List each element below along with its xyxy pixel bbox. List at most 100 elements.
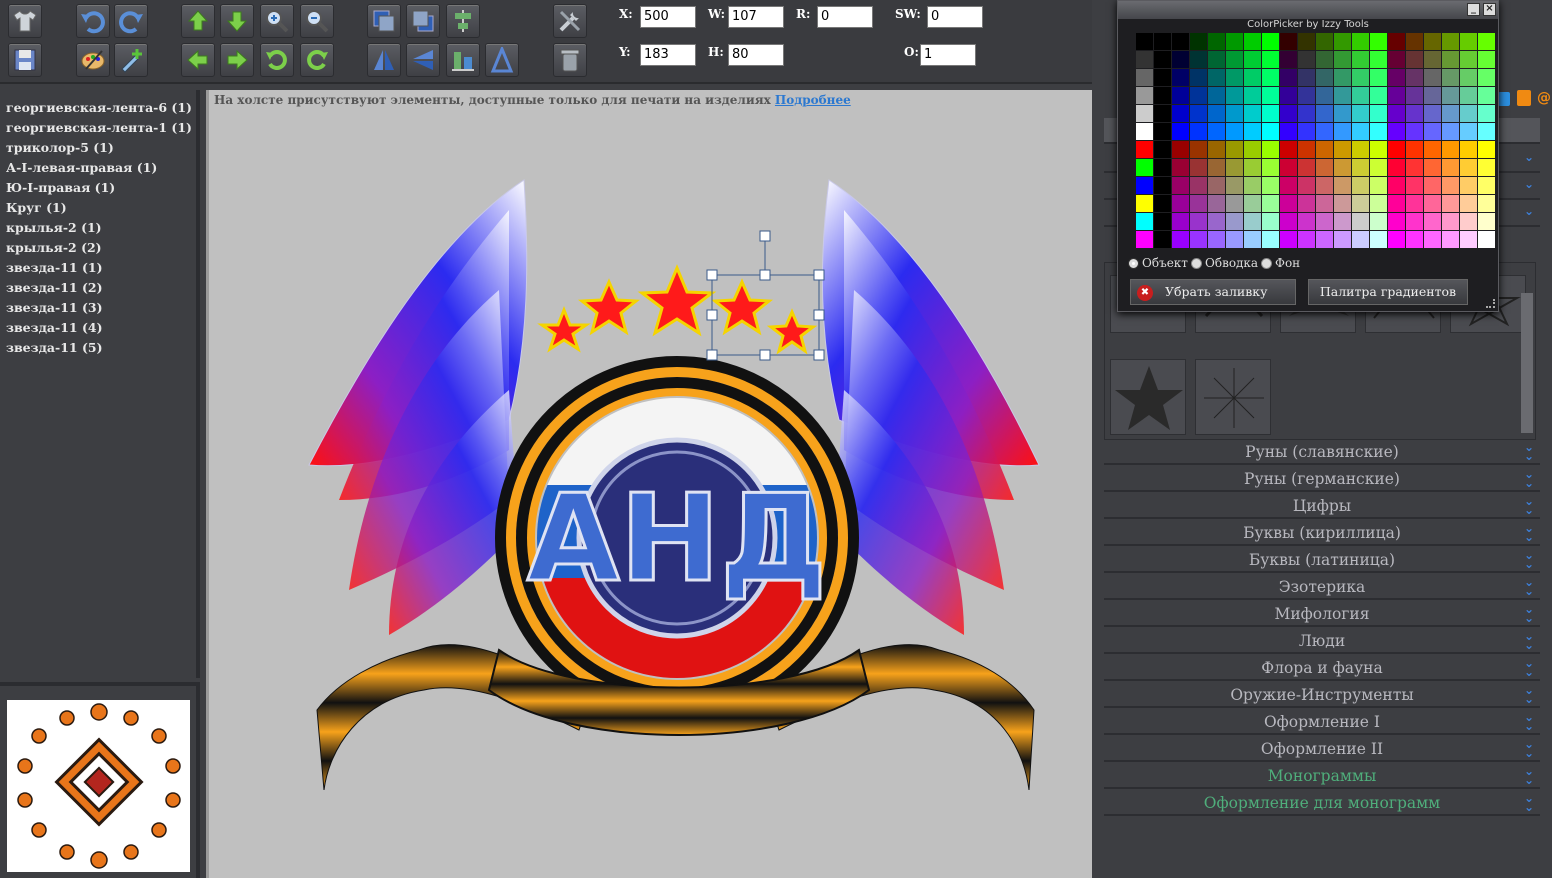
remove-fill-button[interactable]: ✖ Убрать заливку — [1130, 279, 1296, 305]
resize-grip-icon[interactable] — [1486, 299, 1495, 308]
y-input[interactable]: 183 — [640, 44, 696, 66]
stars-group[interactable] — [537, 264, 818, 355]
move-up-icon[interactable] — [181, 4, 215, 38]
category-monogram-decoration[interactable]: Оформление для монограмм ⌄ ⌄ — [1104, 791, 1540, 816]
category-decoration-2[interactable]: Оформление II ⌄ ⌄ — [1104, 737, 1540, 762]
rotate-right-icon[interactable] — [300, 43, 334, 77]
undo-icon[interactable] — [76, 4, 110, 38]
mail-icon[interactable]: @ — [1537, 90, 1551, 106]
zoom-in-icon[interactable] — [260, 4, 294, 38]
radio-background[interactable]: Фон — [1261, 256, 1300, 270]
layer-item[interactable]: триколор-5 (1) — [0, 138, 196, 158]
color-swatch — [1388, 195, 1405, 212]
chevron-down-icon[interactable]: ⌄ — [1524, 204, 1534, 218]
palette-icon[interactable] — [76, 43, 110, 77]
o-input[interactable]: 1 — [920, 44, 976, 66]
ornament-preview-image[interactable] — [7, 700, 190, 872]
category-esoterics[interactable]: Эзотерика ⌄ ⌄ — [1104, 575, 1540, 600]
w-label: W: — [708, 7, 726, 21]
color-swatch — [1388, 123, 1405, 140]
h-input[interactable]: 80 — [728, 44, 784, 66]
add-element-icon[interactable] — [114, 43, 148, 77]
layer-item[interactable]: А-I-левая-правая (1) — [0, 158, 196, 178]
tools-icon[interactable] — [553, 4, 587, 38]
category-letters-latin[interactable]: Буквы (латиница) ⌄ ⌄ — [1104, 548, 1540, 573]
send-back-icon[interactable] — [406, 4, 440, 38]
shape-tile-sparkle[interactable] — [1195, 359, 1271, 435]
w-input[interactable]: 107 — [728, 6, 784, 28]
minimize-icon[interactable]: _ — [1467, 3, 1480, 16]
layer-item[interactable]: георгиевская-лента-6 (1) — [0, 98, 196, 118]
color-swatch — [1424, 51, 1441, 68]
color-swatch — [1208, 195, 1225, 212]
layer-item[interactable]: Ю-I-правая (1) — [0, 178, 196, 198]
color-swatch — [1226, 177, 1243, 194]
layer-item[interactable]: Круг (1) — [0, 198, 196, 218]
sw-input[interactable]: 0 — [927, 6, 983, 28]
redo-icon[interactable] — [114, 4, 148, 38]
r-input[interactable]: 0 — [817, 6, 873, 28]
design-canvas[interactable]: На холсте присутствуют элементы, доступн… — [206, 90, 1092, 878]
color-swatch — [1334, 159, 1351, 176]
color-swatch — [1352, 105, 1369, 122]
move-left-icon[interactable] — [181, 43, 215, 77]
category-weapons-tools[interactable]: Оружие-Инструменты ⌄ ⌄ — [1104, 683, 1540, 708]
color-swatch — [1226, 159, 1243, 176]
chevron-down-icon[interactable]: ⌄ — [1524, 177, 1534, 191]
color-picker-titlebar[interactable]: _ × — [1118, 1, 1498, 19]
category-monograms[interactable]: Монограммы ⌄ ⌄ — [1104, 764, 1540, 789]
radio-object[interactable]: Объект — [1128, 256, 1188, 270]
color-swatch — [1172, 87, 1189, 104]
layer-item[interactable]: звезда-11 (3) — [0, 298, 196, 318]
shape-tile-star-solid[interactable] — [1110, 359, 1186, 435]
zoom-out-icon[interactable] — [300, 4, 334, 38]
layer-item[interactable]: звезда-11 (5) — [0, 338, 196, 358]
rotate-left-icon[interactable] — [260, 43, 294, 77]
layer-item[interactable]: георгиевская-лента-1 (1) — [0, 118, 196, 138]
category-runes-germanic[interactable]: Руны (германские) ⌄ ⌄ — [1104, 467, 1540, 492]
color-swatch — [1370, 195, 1387, 212]
category-runes-slavic[interactable]: Руны (славянские) ⌄ ⌄ — [1104, 440, 1540, 465]
x-input[interactable]: 500 — [640, 6, 696, 28]
bring-front-icon[interactable] — [367, 4, 401, 38]
odnoklassniki-icon[interactable] — [1517, 90, 1531, 106]
color-swatch — [1316, 51, 1333, 68]
selection-box[interactable] — [706, 230, 825, 361]
color-swatch — [1424, 177, 1441, 194]
layer-item[interactable]: звезда-11 (2) — [0, 278, 196, 298]
chevron-down-icon[interactable]: ⌄ — [1524, 150, 1534, 164]
move-down-icon[interactable] — [220, 4, 254, 38]
twitter-icon[interactable] — [1498, 92, 1510, 106]
color-swatch — [1442, 159, 1459, 176]
layer-item[interactable]: звезда-11 (1) — [0, 258, 196, 278]
color-swatch — [1226, 51, 1243, 68]
flip-vertical-icon[interactable] — [406, 43, 440, 77]
monogram-circle[interactable]: АНД — [525, 437, 829, 639]
trash-icon[interactable] — [553, 43, 587, 77]
left-wing[interactable] — [308, 179, 528, 635]
category-mythology[interactable]: Мифология ⌄ ⌄ — [1104, 602, 1540, 627]
gradient-palette-button[interactable]: Палитра градиентов — [1308, 279, 1468, 305]
shapes-scrollbar[interactable] — [1521, 293, 1533, 433]
color-swatch — [1424, 195, 1441, 212]
category-decoration-1[interactable]: Оформление I ⌄ ⌄ — [1104, 710, 1540, 735]
layer-item[interactable]: крылья-2 (2) — [0, 238, 196, 258]
move-right-icon[interactable] — [220, 43, 254, 77]
layer-item[interactable]: звезда-11 (4) — [0, 318, 196, 338]
radio-stroke[interactable]: Обводка — [1191, 256, 1258, 270]
align-bottom-icon[interactable] — [446, 43, 480, 77]
save-icon[interactable] — [8, 43, 42, 77]
color-swatch — [1244, 123, 1261, 140]
color-swatch — [1244, 177, 1261, 194]
category-digits[interactable]: Цифры ⌄ ⌄ — [1104, 494, 1540, 519]
category-people[interactable]: Люди ⌄ ⌄ — [1104, 629, 1540, 654]
category-letters-cyrillic[interactable]: Буквы (кириллица) ⌄ ⌄ — [1104, 521, 1540, 546]
flip-horizontal-icon[interactable] — [367, 43, 401, 77]
align-center-icon[interactable] — [446, 4, 480, 38]
close-icon[interactable]: × — [1483, 3, 1496, 16]
category-flora-fauna[interactable]: Флора и фауна ⌄ ⌄ — [1104, 656, 1540, 681]
skew-icon[interactable] — [485, 43, 519, 77]
tshirt-icon[interactable] — [8, 4, 42, 38]
layer-item[interactable]: крылья-2 (1) — [0, 218, 196, 238]
color-swatch-grid[interactable] — [1136, 33, 1498, 251]
